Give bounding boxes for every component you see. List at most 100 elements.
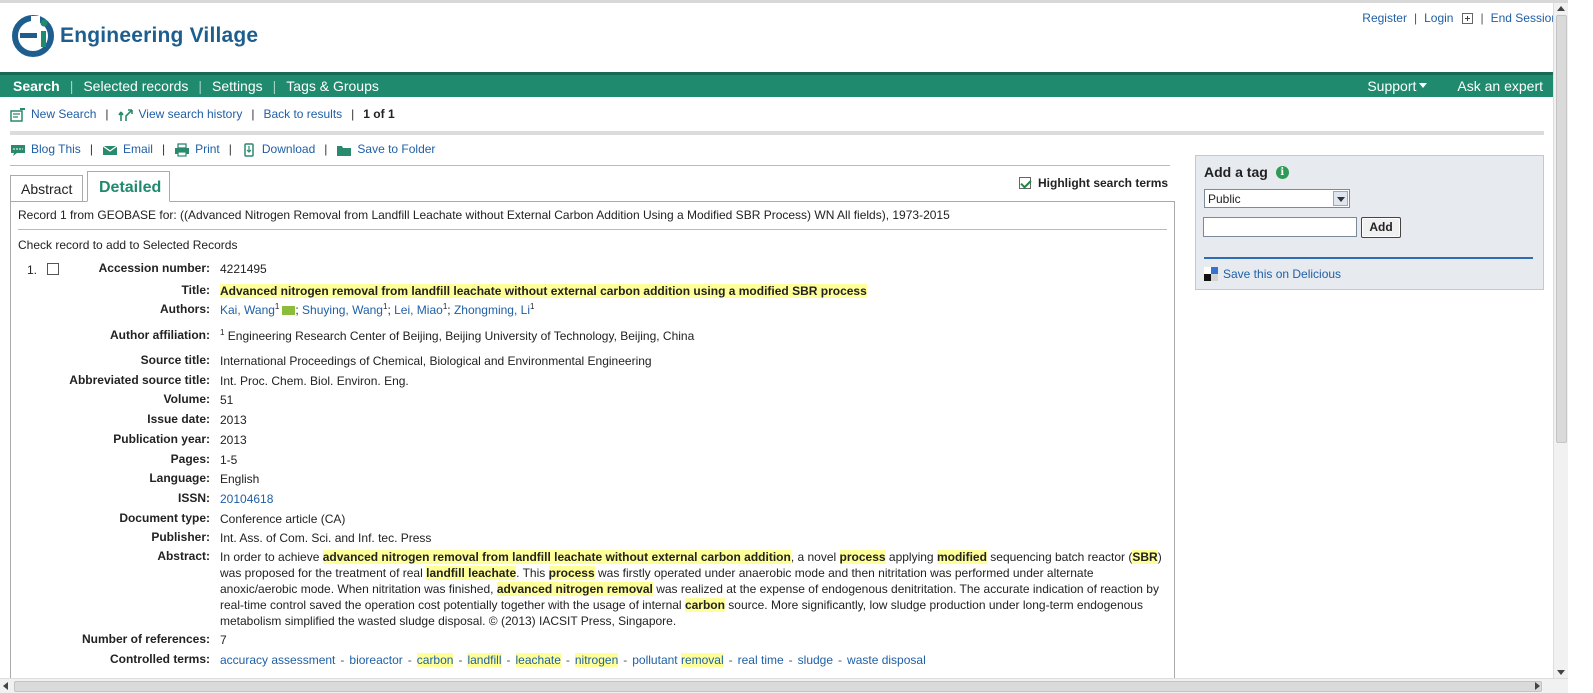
issn-link[interactable]: 20104618 <box>220 492 273 506</box>
tab-abstract[interactable]: Abstract <box>10 175 83 201</box>
publisher: Int. Ass. of Com. Sci. and Inf. tec. Pre… <box>220 531 432 545</box>
dropdown-arrow-icon[interactable] <box>1333 191 1348 206</box>
download-link[interactable]: Download <box>241 142 315 157</box>
pages: 1-5 <box>220 453 238 467</box>
term-text: sludge <box>797 653 834 667</box>
author-link[interactable]: Lei, Miao <box>394 303 443 317</box>
horizontal-scrollbar[interactable] <box>0 678 1568 693</box>
scroll-down-icon[interactable] <box>1557 670 1565 675</box>
term-separator: - <box>788 653 793 667</box>
tag-visibility-select[interactable]: Public <box>1204 189 1350 208</box>
controlled-term-link[interactable]: carbon <box>416 653 454 667</box>
delicious-icon-square <box>1211 267 1218 274</box>
abstract-segment: . This <box>516 566 549 580</box>
controlled-term-link[interactable]: accuracy assessment <box>220 653 335 667</box>
controlled-term-link[interactable]: real time <box>738 653 784 667</box>
language: English <box>220 472 260 486</box>
nav-ask-expert[interactable]: Ask an expert <box>1433 78 1553 94</box>
add-tag-title: Add a tag i <box>1204 164 1289 180</box>
new-search-link[interactable]: New Search <box>10 107 96 122</box>
new-search-icon <box>10 107 25 122</box>
separator: | <box>105 107 109 122</box>
term-separator: - <box>838 653 843 667</box>
author-link[interactable]: Kai, Wang <box>220 303 275 317</box>
nav-support[interactable]: Support <box>1361 78 1433 94</box>
delicious-icon-square <box>1204 267 1211 274</box>
term-highlight: landfill <box>467 653 502 667</box>
divider <box>18 229 1167 230</box>
vertical-scrollbar[interactable] <box>1553 3 1568 678</box>
highlight-toggle[interactable]: Highlight search terms <box>1019 176 1168 190</box>
separator: | <box>1480 11 1484 25</box>
email-label: Email <box>122 142 153 156</box>
engineering-village-logo-icon <box>12 15 54 57</box>
abstract-segment: , a novel <box>790 550 840 564</box>
save-delicious-link[interactable]: Save this on Delicious <box>1204 267 1341 281</box>
print-link[interactable]: Print <box>174 142 220 157</box>
abstract-text: In order to achieve advanced nitrogen re… <box>220 549 1162 629</box>
logo[interactable]: Engineering Village <box>11 14 258 58</box>
term-separator: - <box>565 653 570 667</box>
expand-login-icon[interactable] <box>1462 12 1474 24</box>
divider <box>10 131 1544 135</box>
tab-detailed[interactable]: Detailed <box>87 171 170 202</box>
history-icon <box>117 109 133 121</box>
new-search-label: New Search <box>31 107 97 121</box>
scroll-up-icon[interactable] <box>1557 6 1565 11</box>
affiliation-text: Engineering Research Center of Beijing, … <box>227 329 695 343</box>
chevron-down-icon <box>1419 83 1428 88</box>
email-link[interactable]: Email <box>102 142 153 157</box>
download-label: Download <box>261 142 316 156</box>
field-label: Language: <box>149 471 210 485</box>
author-link[interactable]: Shuying, Wang <box>302 303 383 317</box>
highlight-label: Highlight search terms <box>1038 176 1169 190</box>
search-history-link[interactable]: View search history <box>117 107 242 122</box>
delicious-icon-square <box>1204 274 1211 281</box>
save-to-folder-link[interactable]: Save to Folder <box>336 142 435 157</box>
term-separator: - <box>458 653 463 667</box>
field-label: Publisher: <box>151 530 210 544</box>
controlled-term-link[interactable]: nitrogen <box>574 653 619 667</box>
divider <box>1204 257 1533 259</box>
controlled-term-link[interactable]: leachate <box>515 653 561 667</box>
main-nav-bar: Search | Selected records | Settings | T… <box>0 72 1553 97</box>
highlighted-term: SBR <box>1132 550 1158 564</box>
print-label: Print <box>195 142 220 156</box>
nav-settings[interactable]: Settings <box>206 78 269 94</box>
account-links: Register | Login | End Session <box>1362 11 1558 25</box>
nav-tags-groups[interactable]: Tags & Groups <box>280 78 385 94</box>
info-icon[interactable]: i <box>1275 165 1289 179</box>
blog-this-link[interactable]: Blog This <box>10 142 81 157</box>
abstract-segment: sequencing batch reactor ( <box>986 550 1133 564</box>
back-to-results-link[interactable]: Back to results <box>263 107 342 121</box>
separator: | <box>1413 11 1418 25</box>
highlight-checkbox[interactable] <box>1019 177 1031 189</box>
field-label: Author affiliation: <box>110 328 210 342</box>
end-session-link[interactable]: End Session <box>1491 11 1558 25</box>
window-edge <box>1568 0 1593 693</box>
email-author-icon[interactable] <box>282 306 296 315</box>
record-tools: Blog This | Email | Print | Download | S… <box>10 142 435 157</box>
controlled-term-link[interactable]: sludge <box>798 653 833 667</box>
author-link[interactable]: Zhongming, Li <box>454 303 530 317</box>
folder-icon <box>337 145 352 156</box>
tag-input[interactable] <box>1203 217 1357 237</box>
record-select-checkbox[interactable] <box>47 263 59 275</box>
field-label: Publication year: <box>113 432 210 446</box>
scroll-left-icon[interactable] <box>3 682 8 690</box>
scroll-thumb[interactable] <box>1556 15 1567 443</box>
controlled-term-link[interactable]: waste disposal <box>847 653 926 667</box>
nav-search[interactable]: Search <box>0 78 66 94</box>
field-label: Title: <box>181 283 210 297</box>
separator: | <box>228 142 232 157</box>
controlled-term-link[interactable]: bioreactor <box>349 653 402 667</box>
field-label: Pages: <box>170 452 210 466</box>
controlled-term-link[interactable]: pollutant removal <box>632 653 724 667</box>
register-link[interactable]: Register <box>1362 11 1407 25</box>
login-link[interactable]: Login <box>1424 11 1453 25</box>
add-tag-button[interactable]: Add <box>1361 217 1401 238</box>
nav-selected-records[interactable]: Selected records <box>77 78 194 94</box>
controlled-term-link[interactable]: landfill <box>467 653 502 667</box>
scroll-thumb[interactable] <box>14 681 1542 692</box>
scroll-right-icon[interactable] <box>1535 682 1540 690</box>
